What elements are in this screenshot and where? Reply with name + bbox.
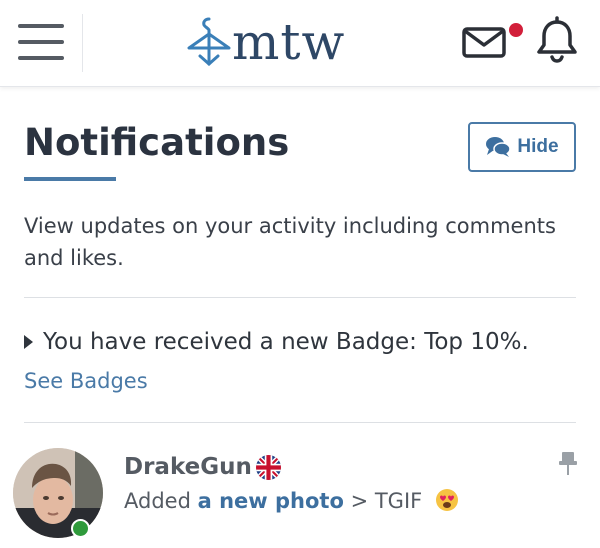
unread-indicator [509,23,523,37]
hanger-icon [187,17,231,67]
badge-notice: You have received a new Badge: Top 10%. [24,326,529,358]
bell-icon[interactable] [536,16,578,64]
page-title: Notifications [24,121,290,164]
title-underline [24,177,116,181]
divider [24,422,576,423]
username[interactable]: DrakeGun [124,452,252,482]
site-logo[interactable]: mtw [186,13,366,71]
photo-link[interactable]: a new photo [198,489,344,513]
hide-button-label: Hide [517,136,559,157]
header-divider [82,14,83,72]
uk-flag-icon [256,455,281,480]
mail-icon[interactable] [462,22,510,62]
notification-separator: > [350,489,369,513]
see-badges-link[interactable]: See Badges [24,366,148,396]
notification-action: Added [124,489,191,513]
divider [24,297,576,298]
logo-wordmark: mtw [232,13,346,71]
top-navigation-bar: mtw [0,0,600,87]
badge-notice-text: You have received a new Badge: Top 10%. [43,329,529,355]
heart-eyes-emoji-icon [435,488,459,520]
menu-line [18,56,64,60]
menu-icon[interactable] [16,22,68,62]
caret-right-icon [24,335,33,349]
online-status-indicator [71,519,90,538]
page-description: View updates on your activity including … [24,214,556,270]
chat-bubbles-icon [486,137,512,157]
album-link[interactable]: TGIF [375,489,422,513]
menu-line [18,40,64,44]
hide-button[interactable]: Hide [468,122,576,172]
menu-line [18,24,64,28]
pin-icon[interactable] [558,450,578,476]
notification-text: Added a new photo > TGIF [124,486,459,520]
